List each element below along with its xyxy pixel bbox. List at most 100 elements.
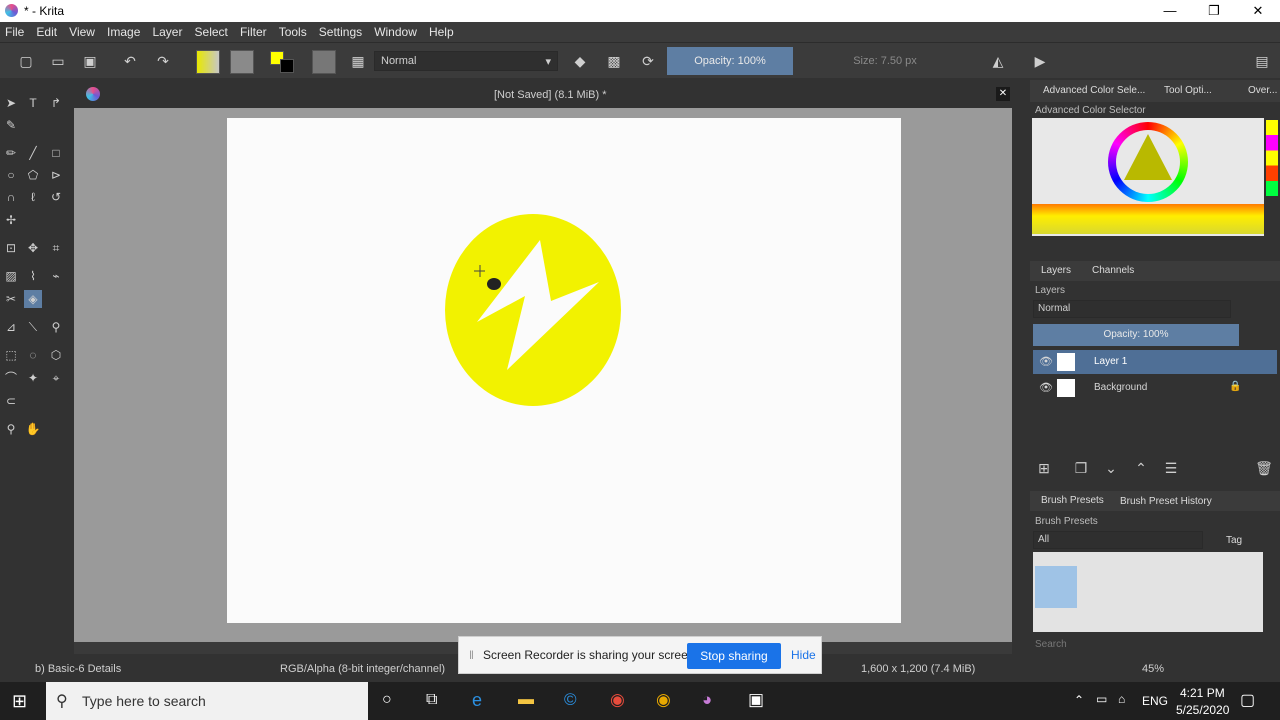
- similar-select-tool-icon[interactable]: ⌖: [47, 369, 65, 387]
- gradient-swatch[interactable]: [196, 50, 220, 74]
- menu-window[interactable]: Window: [369, 22, 421, 39]
- language-indicator[interactable]: ENG: [1142, 694, 1168, 708]
- file-explorer-icon[interactable]: ▬: [518, 691, 534, 709]
- pattern-swatch[interactable]: [230, 50, 254, 74]
- ellipse-tool-icon[interactable]: ○: [2, 166, 20, 184]
- tab-tool-options[interactable]: Tool Opti...: [1164, 85, 1212, 96]
- move-tool-icon[interactable]: ✥: [24, 239, 42, 257]
- taskbar-search[interactable]: ⚲ Type here to search: [46, 682, 368, 720]
- tag-button[interactable]: Tag: [1226, 535, 1242, 546]
- brush-settings-icon[interactable]: ▦: [348, 51, 368, 71]
- network-icon[interactable]: ⌂: [1118, 692, 1125, 706]
- opacity-slider[interactable]: Opacity: 100%: [667, 47, 793, 75]
- alpha-lock-icon[interactable]: ▩: [604, 51, 624, 71]
- menu-tools[interactable]: Tools: [274, 22, 311, 39]
- freehand-select-tool-icon[interactable]: ⌒: [2, 369, 20, 387]
- document-canvas[interactable]: [227, 118, 901, 623]
- delete-layer-icon[interactable]: 🗑: [1254, 458, 1274, 478]
- document-tab[interactable]: [Not Saved] (8.1 MiB) * ✕: [74, 84, 1012, 108]
- app-c-icon[interactable]: ©: [564, 690, 577, 710]
- bezier-select-tool-icon[interactable]: ⊂: [2, 392, 20, 410]
- close-document-icon[interactable]: ✕: [996, 87, 1010, 101]
- lock-icon[interactable]: 🔒: [1229, 381, 1241, 392]
- menu-layer[interactable]: Layer: [147, 22, 186, 39]
- menu-help[interactable]: Help: [424, 22, 458, 39]
- polygon-select-tool-icon[interactable]: ⬡: [47, 346, 65, 364]
- brush-search-input[interactable]: Search: [1035, 639, 1067, 650]
- layer-row[interactable]: 👁 Layer 1: [1033, 350, 1277, 374]
- mirror-horizontal-icon[interactable]: ◭: [988, 51, 1008, 71]
- text-tool-icon[interactable]: T: [24, 94, 42, 112]
- app-red-icon[interactable]: ◉: [610, 690, 625, 710]
- menu-image[interactable]: Image: [102, 22, 144, 39]
- menu-select[interactable]: Select: [190, 22, 232, 39]
- edit-shapes-tool-icon[interactable]: ↱: [47, 94, 65, 112]
- freehand-brush-tool-icon[interactable]: ✏: [2, 144, 20, 162]
- ellipse-select-tool-icon[interactable]: ◌: [24, 346, 42, 364]
- clock-time[interactable]: 4:21 PM: [1180, 686, 1225, 700]
- drag-handle-icon[interactable]: ‖: [469, 648, 474, 662]
- minimize-button[interactable]: —: [1148, 0, 1192, 22]
- cortana-icon[interactable]: ○: [382, 691, 392, 709]
- polyline-tool-icon[interactable]: ⊳: [47, 166, 65, 184]
- bezier-tool-icon[interactable]: ∩: [2, 188, 20, 206]
- brush-preset-grid[interactable]: [1033, 552, 1263, 632]
- layer-opacity-slider[interactable]: Opacity: 100%: [1033, 324, 1239, 346]
- layer-blend-select[interactable]: Normal: [1033, 300, 1231, 318]
- notifications-icon[interactable]: ▢: [1240, 690, 1255, 710]
- menu-edit[interactable]: Edit: [31, 22, 61, 39]
- rect-select-tool-icon[interactable]: ⬚: [2, 346, 20, 364]
- redo-icon[interactable]: ↷: [153, 51, 173, 71]
- hue-ring[interactable]: [1108, 122, 1188, 202]
- measure-tool-icon[interactable]: ⟍: [24, 318, 42, 336]
- move-layer-down-icon[interactable]: ⌄: [1101, 458, 1121, 478]
- krita-taskbar-icon[interactable]: ◕: [702, 690, 712, 710]
- close-window-button[interactable]: ✕: [1236, 0, 1280, 22]
- menu-filter[interactable]: Filter: [235, 22, 271, 39]
- reference-tool-icon[interactable]: ⚲: [47, 318, 65, 336]
- screen-recorder-icon[interactable]: ▣: [748, 690, 764, 710]
- brush-filter-select[interactable]: All: [1033, 531, 1203, 549]
- color-slider-bars[interactable]: [1032, 204, 1264, 234]
- open-document-icon[interactable]: ▭: [48, 51, 68, 71]
- polygon-tool-icon[interactable]: ⬠: [24, 166, 42, 184]
- gradient-tool-icon[interactable]: ▨: [2, 267, 20, 285]
- select-shapes-tool-icon[interactable]: ➤: [2, 94, 20, 112]
- mirror-vertical-icon[interactable]: ▶: [1030, 51, 1050, 71]
- clock-date[interactable]: 5/25/2020: [1176, 703, 1229, 717]
- eye-icon[interactable]: 👁: [1039, 381, 1053, 394]
- layer-name[interactable]: Background: [1094, 382, 1147, 393]
- tab-overview[interactable]: Over...: [1248, 85, 1277, 96]
- color-selector-panel[interactable]: [1032, 118, 1264, 236]
- tab-channels[interactable]: Channels: [1092, 265, 1134, 276]
- reload-preset-icon[interactable]: ⟳: [638, 51, 658, 71]
- layer-properties-icon[interactable]: ☰: [1161, 458, 1181, 478]
- task-view-icon[interactable]: ⧉: [426, 691, 437, 709]
- rectangle-tool-icon[interactable]: □: [47, 144, 65, 162]
- tab-layers[interactable]: Layers: [1041, 265, 1071, 276]
- color-history-strip[interactable]: [1266, 120, 1278, 196]
- saturation-triangle[interactable]: [1118, 130, 1178, 190]
- chrome-icon[interactable]: ◉: [656, 690, 671, 710]
- hide-button[interactable]: Hide: [791, 648, 816, 662]
- color-picker-tool-icon[interactable]: ⌇: [24, 267, 42, 285]
- fill-tool-icon[interactable]: ◈: [24, 290, 42, 308]
- edge-icon[interactable]: e: [472, 690, 482, 711]
- blend-mode-select[interactable]: Normal ▾: [374, 51, 558, 71]
- tray-chevron-icon[interactable]: ⌃: [1074, 693, 1084, 707]
- zoom-tool-icon[interactable]: ⚲: [2, 420, 20, 438]
- new-document-icon[interactable]: ▢: [16, 51, 36, 71]
- battery-icon[interactable]: ▭: [1096, 692, 1107, 706]
- dynamic-brush-tool-icon[interactable]: ↺: [47, 188, 65, 206]
- size-slider[interactable]: Size: 7.50 px: [822, 47, 948, 75]
- magic-wand-tool-icon[interactable]: ✦: [24, 369, 42, 387]
- restore-button[interactable]: ❐: [1192, 0, 1236, 22]
- calligraphy-tool-icon[interactable]: ✎: [2, 116, 20, 134]
- freehand-path-tool-icon[interactable]: ℓ: [24, 188, 42, 206]
- eye-icon[interactable]: 👁: [1039, 355, 1053, 368]
- save-icon[interactable]: ▣: [80, 51, 100, 71]
- pan-tool-icon[interactable]: ✋: [24, 420, 42, 438]
- assistant-tool-icon[interactable]: ⊿: [2, 318, 20, 336]
- brush-preset-item[interactable]: [1035, 566, 1077, 608]
- background-color[interactable]: [280, 59, 294, 73]
